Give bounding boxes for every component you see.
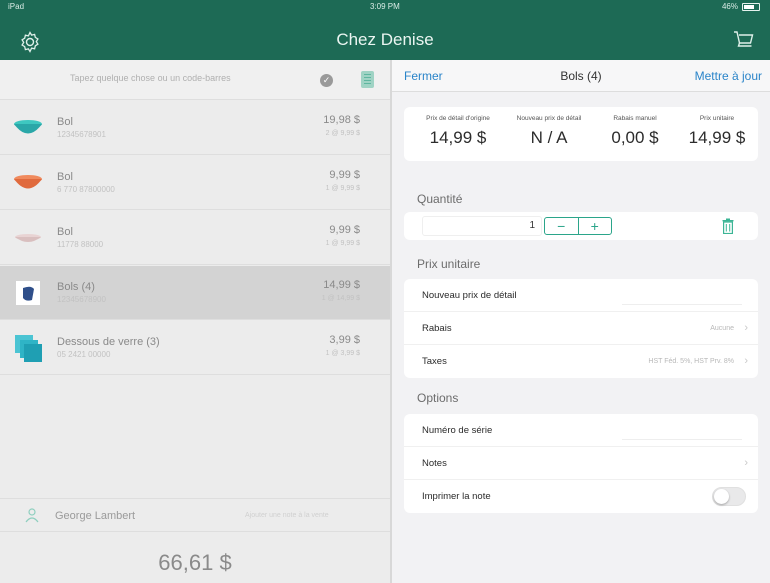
unit-price-section-label: Prix unitaire [417,257,481,271]
new-price-label: Nouveau prix de détail [422,290,517,301]
item-name: Bol [57,171,73,183]
decrement-button[interactable]: − [545,218,579,234]
new-price-input[interactable] [622,287,742,305]
print-note-label: Imprimer la note [422,491,491,502]
clear-search-icon[interactable]: ✓ [320,74,333,87]
item-unit-price: 2 @ 9,99 $ [325,130,360,137]
update-button[interactable]: Mettre à jour [695,69,762,83]
price-value: N / A [530,128,568,147]
item-unit-price: 1 @ 9,99 $ [325,240,360,247]
price-label: Prix de détail d'origine [426,115,490,122]
list-item[interactable]: Bol 11778 88000 9,99 $ 1 @ 9,99 $ [0,211,390,265]
quantity-section-label: Quantité [417,192,463,206]
pink-bowl-thumbnail [15,234,41,242]
item-unit-price: 1 @ 3,99 $ [325,350,360,357]
item-unit-price: 1 @ 9,99 $ [325,185,360,192]
item-name: Dessous de verre (3) [57,336,160,348]
chevron-right-icon: › [744,355,748,367]
chevron-right-icon: › [744,457,748,469]
search-bar: Tapez quelque chose ou un code-barres ✓ [0,60,390,100]
taxes-row[interactable]: Taxes HST Féd. 5%, HST Prv. 8% › [404,345,758,378]
taxes-value: HST Féd. 5%, HST Prv. 8% [648,358,734,365]
toggle-knob [714,489,729,504]
discount-value: Aucune [710,325,734,332]
print-note-row: Imprimer la note [404,480,758,513]
price-label: Nouveau prix de détail [516,115,582,122]
teal-bowl-thumbnail [14,120,42,134]
battery-percent: 46% [721,2,738,11]
item-price: 19,98 $ [323,114,360,126]
status-bar: iPad 3:09 PM 46% [0,0,770,14]
chevron-right-icon: › [744,322,748,334]
item-unit-price: 1 @ 14,99 $ [321,295,360,302]
list-item[interactable]: Bol 12345678901 19,98 $ 2 @ 9,99 $ [0,101,390,155]
detail-navbar: Fermer Bols (4) Mettre à jour [392,60,770,92]
item-detail-panel: Fermer Bols (4) Mettre à jour Prix de dé… [392,60,770,583]
item-sku: 12345678901 [57,130,106,139]
item-name: Bol [57,226,73,238]
print-note-toggle[interactable] [712,487,746,506]
price-value: 14,99 $ [688,128,746,147]
top-bar: iPad 3:09 PM 46% Chez Denise [0,0,770,60]
sale-note-placeholder[interactable]: Ajouter une note à la vente [245,512,329,519]
quantity-card: 1 − + [404,212,758,240]
notes-row[interactable]: Notes › [404,447,758,480]
sale-total: 66,61 $ [158,550,232,575]
clock: 3:09 PM [370,2,400,11]
new-price: Nouveau prix de détail N / A [506,115,592,148]
blue-bowls-thumbnail [16,281,40,305]
price-value: 0,00 $ [611,128,659,147]
serial-number-label: Numéro de série [422,425,493,436]
item-sku: 6 770 87800000 [57,185,115,194]
options-section-label: Options [417,391,459,405]
quantity-stepper: − + [544,217,612,235]
discount-label: Rabais [422,323,452,334]
customer-name: George Lambert [55,510,136,522]
increment-button[interactable]: + [579,218,612,234]
unit-price-card: Nouveau prix de détail Rabais Aucune › T… [404,279,758,378]
teal-coasters-thumbnail [15,335,42,362]
customer-row[interactable]: George Lambert Ajouter une note à la ven… [0,498,390,532]
price-summary-card: Prix de détail d'origine 14,99 $ Nouveau… [404,107,758,161]
quantity-field[interactable]: 1 [422,216,542,236]
battery-icon [742,2,760,11]
price-label: Rabais manuel [613,115,657,122]
search-input[interactable]: Tapez quelque chose ou un code-barres [70,73,231,83]
item-price: 9,99 $ [329,224,360,236]
notes-label: Notes [422,458,447,469]
item-sku: 11778 88000 [57,240,104,249]
trash-icon[interactable] [722,218,734,234]
options-card: Numéro de série Notes › Imprimer la note [404,414,758,513]
list-item-selected[interactable]: Bols (4) 12345678900 14,99 $ 1 @ 14,99 $ [0,266,390,320]
item-price: 3,99 $ [329,334,360,346]
app-title: Chez Denise [336,30,434,49]
barcode-scanner-icon[interactable] [361,71,374,88]
battery-status: 46% [722,2,760,11]
item-name: Bols (4) [57,281,95,293]
orange-bowl-thumbnail [14,175,42,189]
item-price: 14,99 $ [323,279,360,291]
new-price-row[interactable]: Nouveau prix de détail [404,279,758,312]
serial-number-input[interactable] [622,422,742,440]
taxes-label: Taxes [422,356,447,367]
manual-discount: Rabais manuel 0,00 $ [596,115,674,148]
serial-number-row[interactable]: Numéro de série [404,414,758,447]
item-name: Bol [57,116,73,128]
price-label: Prix unitaire [699,115,735,122]
item-sku: 12345678900 [57,295,106,304]
item-price: 9,99 $ [329,169,360,181]
cart-icon[interactable] [732,28,756,52]
original-price: Prix de détail d'origine 14,99 $ [410,115,506,148]
list-item[interactable]: Bol 6 770 87800000 9,99 $ 1 @ 9,99 $ [0,156,390,210]
sale-panel: Tapez quelque chose ou un code-barres ✓ … [0,60,390,583]
carrier-label: iPad [8,2,25,11]
person-icon [25,508,39,523]
price-value: 14,99 $ [429,128,487,147]
item-sku: 05 2421 00000 [57,350,111,359]
list-item[interactable]: Dessous de verre (3) 05 2421 00000 3,99 … [0,321,390,375]
unit-price: Prix unitaire 14,99 $ [678,115,756,148]
discount-row[interactable]: Rabais Aucune › [404,312,758,345]
